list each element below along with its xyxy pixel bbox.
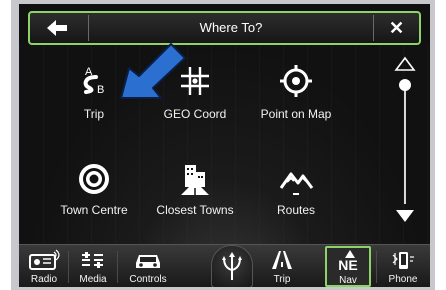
nav-phone-label: Phone bbox=[388, 274, 418, 285]
trip-icon-letter-b: B bbox=[97, 84, 104, 96]
nav-controls[interactable]: Controls bbox=[119, 245, 177, 287]
media-icon bbox=[82, 252, 103, 268]
nav-divider bbox=[117, 251, 118, 283]
crosshair-icon bbox=[276, 61, 316, 101]
brand-logo bbox=[211, 245, 253, 287]
point-on-map-option[interactable]: Point on Map bbox=[241, 61, 351, 141]
town-centre-option[interactable]: Town Centre bbox=[39, 161, 149, 241]
radio-icon bbox=[29, 249, 60, 270]
back-arrow-icon bbox=[47, 20, 67, 36]
trip-ab-icon: A B bbox=[74, 61, 114, 101]
buildings-icon bbox=[175, 161, 215, 201]
scrollbar-track[interactable] bbox=[404, 86, 406, 204]
point-on-map-label: Point on Map bbox=[260, 107, 332, 121]
nav-trip[interactable]: Trip bbox=[259, 245, 305, 287]
nav-heading: NE bbox=[338, 257, 358, 273]
scroll-up-icon[interactable] bbox=[394, 56, 416, 72]
nav-screen: Where To? ✕ A B Trip GEO Coord Point on … bbox=[19, 4, 430, 287]
routes-label: Routes bbox=[276, 203, 316, 217]
nav-trip-label: Trip bbox=[273, 274, 291, 285]
nav-radio-label: Radio bbox=[30, 274, 58, 285]
header-bar: Where To? ✕ bbox=[28, 11, 421, 45]
car-icon bbox=[136, 255, 160, 268]
nav-controls-label: Controls bbox=[129, 274, 167, 285]
trip-label: Trip bbox=[83, 107, 105, 121]
phone-icon bbox=[392, 252, 414, 269]
bottom-nav: Radio Media Controls Trip NE Nav Phone bbox=[19, 244, 430, 287]
nav-radio[interactable]: Radio bbox=[21, 245, 67, 287]
close-button[interactable]: ✕ bbox=[374, 13, 419, 43]
nav-divider bbox=[376, 251, 377, 283]
geo-coord-label: GEO Coord bbox=[163, 107, 227, 121]
road-icon bbox=[272, 251, 292, 269]
scroll-down-icon[interactable] bbox=[394, 208, 416, 224]
closest-towns-option[interactable]: Closest Towns bbox=[140, 161, 250, 241]
closest-towns-label: Closest Towns bbox=[156, 203, 234, 217]
nav-nav-label: Nav bbox=[339, 275, 357, 286]
nav-phone[interactable]: Phone bbox=[380, 245, 426, 287]
nav-nav[interactable]: NE Nav bbox=[325, 246, 371, 287]
pointer-arrow-icon bbox=[120, 43, 186, 99]
town-centre-label: Town Centre bbox=[60, 203, 128, 217]
routes-option[interactable]: Routes bbox=[241, 161, 351, 241]
page-title: Where To? bbox=[199, 20, 263, 35]
nav-media[interactable]: Media bbox=[70, 245, 116, 287]
mountains-icon bbox=[276, 161, 316, 201]
target-icon bbox=[74, 161, 114, 201]
nav-media-label: Media bbox=[79, 274, 107, 285]
nav-divider bbox=[68, 251, 69, 283]
back-button[interactable] bbox=[30, 13, 88, 43]
scrollbar-thumb[interactable] bbox=[399, 79, 411, 91]
